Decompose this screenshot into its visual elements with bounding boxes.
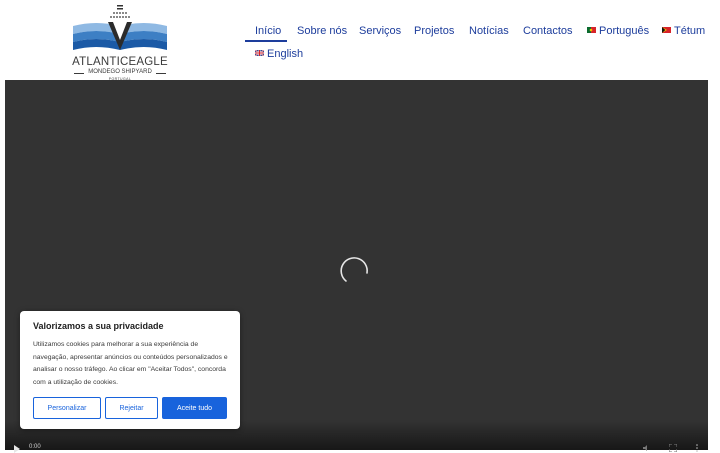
brand-divider-right [156, 73, 166, 74]
fullscreen-icon[interactable] [669, 444, 677, 452]
uk-flag-icon [255, 50, 264, 56]
language-english[interactable]: English [255, 46, 303, 62]
east-timor-flag-icon [662, 27, 671, 33]
play-icon[interactable] [13, 445, 21, 453]
language-portugues[interactable]: Português [587, 23, 649, 39]
brand-subtitle: MONDEGO SHIPYARD [88, 69, 152, 75]
brand-subtitle-row: MONDEGO SHIPYARD [72, 69, 168, 77]
language-tetum-label: Tétum [674, 25, 706, 37]
nav-item-inicio[interactable]: Início [255, 23, 281, 39]
accept-all-button[interactable]: Aceite tudo [162, 397, 227, 419]
volume-icon[interactable] [643, 444, 651, 452]
active-nav-indicator [245, 40, 287, 42]
cookie-consent-banner: Valorizamos a sua privacidade Utilizamos… [20, 311, 240, 429]
portugal-flag-icon [587, 27, 596, 33]
language-portugues-label: Português [599, 25, 650, 37]
site-logo[interactable]: ATLANTICEAGLE MONDEGO SHIPYARD PORTUGAL [72, 4, 168, 81]
customize-button[interactable]: Personalizar [33, 397, 101, 419]
nav-item-servicos[interactable]: Serviços [359, 23, 401, 39]
site-header: ATLANTICEAGLE MONDEGO SHIPYARD PORTUGAL … [0, 0, 720, 81]
more-options-icon[interactable] [693, 444, 701, 452]
nav-item-contactos[interactable]: Contactos [523, 23, 573, 39]
cookie-title: Valorizamos a sua privacidade [33, 321, 164, 331]
loading-spinner-icon [340, 257, 368, 282]
brand-name: ATLANTICEAGLE [72, 56, 168, 68]
language-english-label: English [267, 48, 304, 60]
language-tetum[interactable]: Tétum [662, 23, 705, 39]
reject-button[interactable]: Rejeitar [105, 397, 158, 419]
nav-item-sobre-nos[interactable]: Sobre nós [297, 23, 347, 39]
nav-item-noticias[interactable]: Notícias [469, 23, 509, 39]
video-time: 0:00 [29, 444, 41, 450]
ship-emblem-icon [73, 5, 167, 50]
cookie-description: Utilizamos cookies para melhorar a sua e… [33, 341, 228, 386]
nav-item-projetos[interactable]: Projetos [414, 23, 454, 39]
brand-divider-left [74, 73, 84, 74]
